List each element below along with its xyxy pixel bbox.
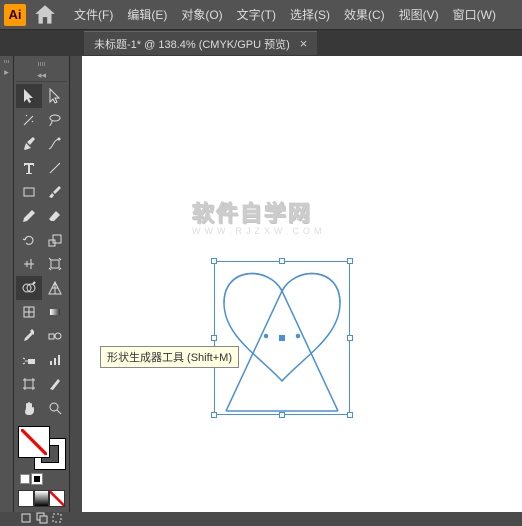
dock-grip-icon	[2, 60, 12, 63]
menu-object[interactable]: 对象(O)	[175, 3, 228, 26]
symbol-sprayer-tool[interactable]	[16, 348, 42, 372]
menu-select[interactable]: 选择(S)	[284, 3, 336, 26]
artboard-tool[interactable]	[16, 372, 42, 396]
document-tab[interactable]: 未标题-1* @ 138.4% (CMYK/GPU 预览) ×	[84, 31, 317, 55]
fill-stroke-swatch[interactable]	[18, 426, 66, 470]
gradient-tool[interactable]	[42, 300, 68, 324]
menu-file[interactable]: 文件(F)	[68, 3, 119, 26]
workspace: ▸ ◂◂	[0, 56, 522, 512]
selection-bounding-box[interactable]	[214, 261, 350, 415]
pen-tool[interactable]	[16, 132, 42, 156]
magic-wand-tool[interactable]	[16, 108, 42, 132]
zoom-tool[interactable]	[42, 396, 68, 420]
slice-tool[interactable]	[42, 372, 68, 396]
canvas-area: 软件自学网 WWW.RJZXW.COM	[70, 56, 522, 512]
blend-tool[interactable]	[42, 324, 68, 348]
menu-type[interactable]: 文字(T)	[231, 3, 282, 26]
rotate-tool[interactable]	[16, 228, 42, 252]
tab-close-icon[interactable]: ×	[300, 36, 308, 51]
shape-builder-tool[interactable]	[16, 276, 42, 300]
handle-top-left[interactable]	[211, 258, 217, 264]
menu-view[interactable]: 视图(V)	[393, 3, 445, 26]
watermark-url: WWW.RJZXW.COM	[192, 226, 325, 236]
document-tabbar: 未标题-1* @ 138.4% (CMYK/GPU 预览) ×	[0, 30, 522, 56]
handle-top-mid[interactable]	[279, 258, 285, 264]
pencil-tool[interactable]	[16, 204, 42, 228]
watermark: 软件自学网 WWW.RJZXW.COM	[192, 196, 325, 236]
eraser-tool[interactable]	[42, 204, 68, 228]
tool-tooltip: 形状生成器工具 (Shift+M)	[100, 346, 239, 368]
handle-top-right[interactable]	[347, 258, 353, 264]
type-tool[interactable]	[16, 156, 42, 180]
direct-selection-tool[interactable]	[42, 84, 68, 108]
handle-bottom-right[interactable]	[347, 412, 353, 418]
selection-tool[interactable]	[16, 84, 42, 108]
handle-mid-right[interactable]	[347, 335, 353, 341]
curvature-tool[interactable]	[42, 132, 68, 156]
tools-collapse-icon[interactable]: ◂◂	[16, 70, 67, 82]
menubar: Ai 文件(F) 编辑(E) 对象(O) 文字(T) 选择(S) 效果(C) 视…	[0, 0, 522, 30]
selection-center-icon[interactable]	[279, 335, 285, 341]
menu-edit[interactable]: 编辑(E)	[121, 3, 173, 26]
color-mode-gradient[interactable]	[34, 490, 50, 507]
hand-tool[interactable]	[16, 396, 42, 420]
perspective-tool[interactable]	[42, 276, 68, 300]
app-logo-icon: Ai	[4, 4, 26, 26]
panel-dock-left[interactable]: ▸	[0, 56, 14, 512]
width-tool[interactable]	[16, 252, 42, 276]
watermark-text: 软件自学网	[192, 196, 325, 228]
menu-window[interactable]: 窗口(W)	[447, 3, 502, 26]
color-mode-solid[interactable]	[18, 490, 34, 507]
tool-grid	[16, 84, 67, 420]
color-swatch-area	[16, 426, 67, 526]
paintbrush-tool[interactable]	[42, 180, 68, 204]
menu-items: 文件(F) 编辑(E) 对象(O) 文字(T) 选择(S) 效果(C) 视图(V…	[68, 3, 502, 26]
tools-grip-icon[interactable]	[16, 60, 67, 68]
dock-expand-icon[interactable]: ▸	[4, 67, 9, 78]
free-transform-tool[interactable]	[42, 252, 68, 276]
graph-tool[interactable]	[42, 348, 68, 372]
default-swap-icons[interactable]	[20, 474, 65, 484]
tab-title: 未标题-1* @ 138.4% (CMYK/GPU 预览)	[94, 36, 290, 52]
lasso-tool[interactable]	[42, 108, 68, 132]
handle-bottom-mid[interactable]	[279, 412, 285, 418]
color-mode-none[interactable]	[49, 490, 65, 507]
color-mode-row	[18, 490, 65, 507]
handle-bottom-left[interactable]	[211, 412, 217, 418]
scale-tool[interactable]	[42, 228, 68, 252]
mesh-tool[interactable]	[16, 300, 42, 324]
menu-effect[interactable]: 效果(C)	[338, 3, 391, 26]
line-tool[interactable]	[42, 156, 68, 180]
rectangle-tool[interactable]	[16, 180, 42, 204]
tools-panel: ◂◂	[14, 56, 70, 512]
fill-swatch[interactable]	[18, 426, 50, 458]
eyedropper-tool[interactable]	[16, 324, 42, 348]
artboard[interactable]: 软件自学网 WWW.RJZXW.COM	[82, 56, 522, 512]
handle-mid-left[interactable]	[211, 335, 217, 341]
home-icon[interactable]	[32, 2, 58, 28]
